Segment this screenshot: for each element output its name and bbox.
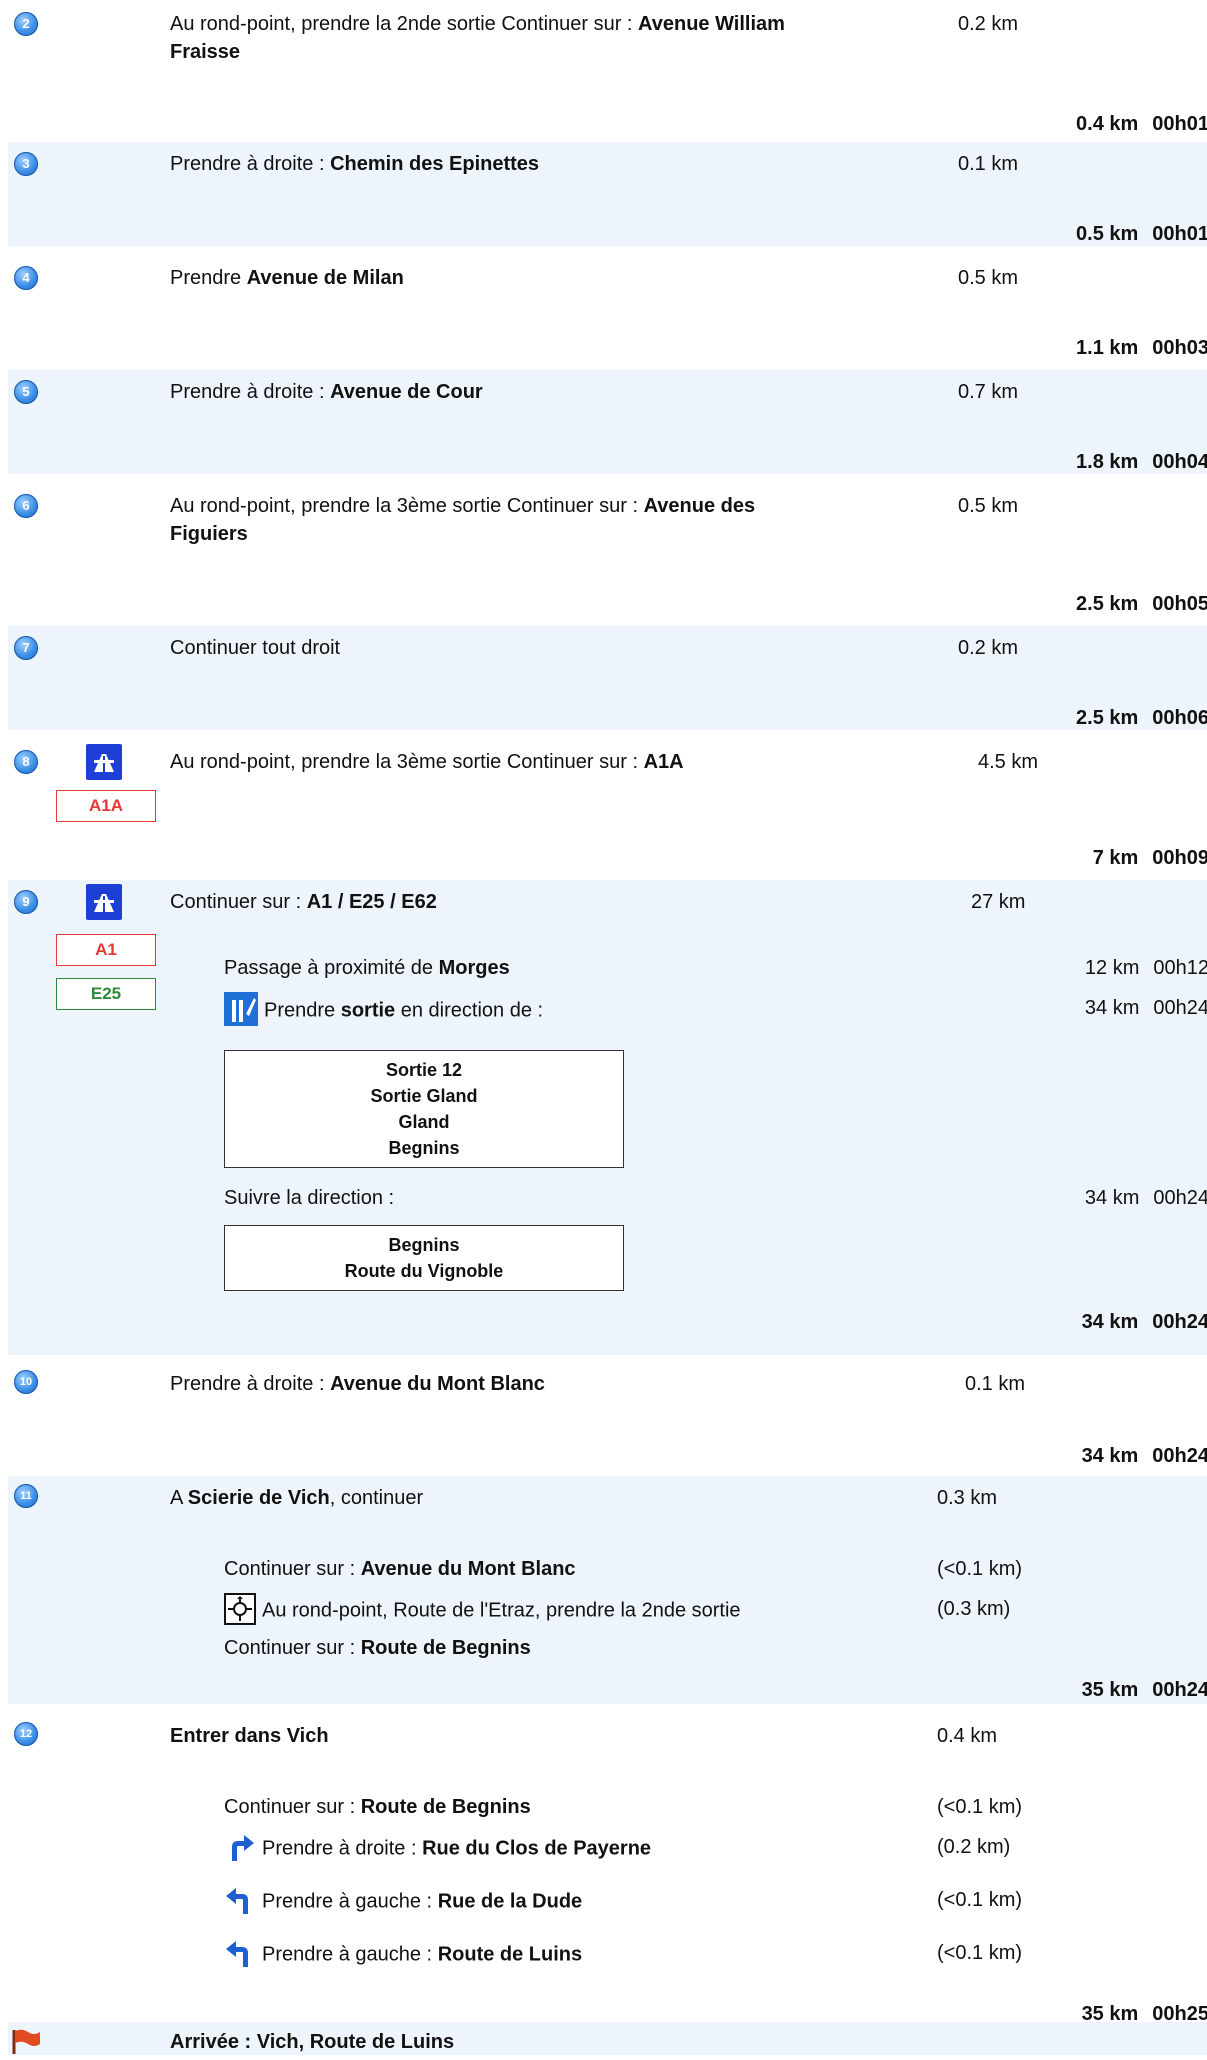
- step-distance: 0.1 km: [958, 153, 1019, 175]
- pass-near: Passage à proximité de Morges: [224, 957, 510, 979]
- step-number-badge: 8: [14, 750, 38, 774]
- road-shield-a1: A1: [56, 934, 156, 966]
- step-distance: 0.1 km: [965, 1373, 1026, 1395]
- step-number-badge: 12: [14, 1722, 38, 1746]
- roundabout-distance: (0.3 km): [937, 1598, 1011, 1620]
- step-instruction: Au rond-point, prendre la 3ème sortie Co…: [170, 495, 756, 545]
- road-shield-a1a: A1A: [56, 790, 156, 822]
- cumulative-total: 2.5 km 00h05: [1076, 593, 1207, 615]
- step-8: 8 Au rond-point, prendre la 3ème sortie …: [8, 740, 1207, 870]
- turn-left-distance: (<0.1 km): [937, 1889, 1023, 1911]
- continue-on: Continuer sur : Avenue du Mont Blanc: [224, 1558, 576, 1580]
- continue-on-distance: (<0.1 km): [937, 1796, 1023, 1818]
- step-distance: 0.2 km: [958, 637, 1019, 659]
- step-number-badge: 2: [14, 12, 38, 36]
- arrival-row: Arrivée : Vich, Route de Luins: [8, 2022, 1207, 2055]
- continue-on-2: Continuer sur : Route de Begnins: [224, 1637, 531, 1659]
- arrival-flag-icon: [12, 2028, 42, 2054]
- step-number-badge: 6: [14, 494, 38, 518]
- arrival-text: Arrivée : Vich, Route de Luins: [170, 2031, 455, 2053]
- turn-left-distance: (<0.1 km): [937, 1942, 1023, 1964]
- step-distance: 0.2 km: [958, 13, 1019, 35]
- step-12: 12 Entrer dans Vich 0.4 km Continuer sur…: [8, 1714, 1207, 2025]
- turn-right-distance: (0.2 km): [937, 1836, 1011, 1858]
- follow-direction: Suivre la direction :: [224, 1187, 395, 1209]
- step-11: 11 A Scierie de Vich, continuer 0.3 km C…: [8, 1476, 1207, 1704]
- follow-direction-sign: Begnins Route du Vignoble: [224, 1225, 624, 1291]
- step-number-badge: 11: [14, 1484, 38, 1508]
- cumulative-total: 2.5 km 00h06: [1076, 707, 1207, 729]
- step-instruction: Prendre à droite : Avenue de Cour: [170, 381, 483, 403]
- step-instruction: Continuer tout droit: [170, 637, 341, 659]
- step-number-badge: 7: [14, 636, 38, 660]
- step-distance: 0.5 km: [958, 495, 1019, 517]
- step-distance: 0.7 km: [958, 381, 1019, 403]
- step-number-badge: 9: [14, 890, 38, 914]
- step-distance: 0.3 km: [937, 1487, 998, 1509]
- step-distance: 0.5 km: [958, 267, 1019, 289]
- exit-direction-sign: Sortie 12 Sortie Gland Gland Begnins: [224, 1050, 624, 1168]
- turn-right-icon: [224, 1831, 256, 1863]
- step-number-badge: 10: [14, 1370, 38, 1394]
- roundabout-instruction: Au rond-point, Route de l'Etraz, prendre…: [224, 1593, 741, 1627]
- step-instruction: Prendre à droite : Chemin des Epinettes: [170, 153, 540, 175]
- step-3: 3 Prendre à droite : Chemin des Epinette…: [8, 142, 1207, 246]
- exit-icon: [224, 992, 258, 1026]
- step-4: 4 Prendre Avenue de Milan 0.5 km 1.1 km 0…: [8, 256, 1207, 360]
- step-number-badge: 3: [14, 152, 38, 176]
- road-shield-e25: E25: [56, 978, 156, 1010]
- step-7: 7 Continuer tout droit 0.2 km 2.5 km 00h0…: [8, 626, 1207, 730]
- turn-left: Prendre à gauche : Rue de la Dude: [224, 1886, 582, 1918]
- step-instruction: Au rond-point, prendre la 2nde sortie Co…: [170, 13, 785, 63]
- step-instruction: Prendre Avenue de Milan: [170, 267, 404, 289]
- step-6: 6 Au rond-point, prendre la 3ème sortie …: [8, 484, 1207, 616]
- step-instruction: Prendre à droite : Avenue du Mont Blanc: [170, 1373, 545, 1395]
- cumulative-total: 7 km 00h09: [1092, 847, 1207, 869]
- step-9: 9 Continuer sur : A1 / E25 / E62 27 km A…: [8, 880, 1207, 1355]
- roundabout-icon: [224, 1593, 256, 1625]
- step-number-badge: 5: [14, 380, 38, 404]
- step-instruction: Entrer dans Vich: [170, 1725, 329, 1747]
- turn-left-icon: [224, 1937, 256, 1969]
- step-instruction: A Scierie de Vich, continuer: [170, 1487, 424, 1509]
- step-instruction: Au rond-point, prendre la 3ème sortie Co…: [170, 751, 684, 773]
- step-instruction: Continuer sur : A1 / E25 / E62: [170, 891, 437, 913]
- take-exit-distance: 34 km 00h24: [1084, 997, 1207, 1019]
- step-distance: 0.4 km: [937, 1725, 998, 1747]
- continue-on: Continuer sur : Route de Begnins: [224, 1796, 531, 1818]
- step-2: 2 Au rond-point, prendre la 2nde sortie …: [8, 0, 1207, 135]
- cumulative-total: 0.4 km 00h01: [1076, 113, 1207, 135]
- step-5: 5 Prendre à droite : Avenue de Cour 0.7 …: [8, 370, 1207, 474]
- take-exit: Prendre sortie en direction de :: [224, 992, 543, 1028]
- pass-near-distance: 12 km 00h12: [1084, 957, 1207, 979]
- cumulative-total: 1.8 km 00h04: [1076, 451, 1207, 473]
- cumulative-total: 1.1 km 00h03: [1076, 337, 1207, 359]
- cumulative-total: 34 km 00h24: [1081, 1311, 1207, 1333]
- turn-left: Prendre à gauche : Route de Luins: [224, 1939, 582, 1971]
- motorway-icon: [86, 744, 122, 780]
- continue-on-distance: (<0.1 km): [937, 1558, 1023, 1580]
- follow-direction-distance: 34 km 00h24: [1084, 1187, 1207, 1209]
- motorway-icon: [86, 884, 122, 920]
- cumulative-total: 35 km 00h24: [1081, 1679, 1207, 1701]
- step-distance: 4.5 km: [978, 751, 1039, 773]
- step-distance: 27 km: [971, 891, 1026, 913]
- step-number-badge: 4: [14, 266, 38, 290]
- cumulative-total: 34 km 00h24: [1081, 1445, 1207, 1467]
- turn-right: Prendre à droite : Rue du Clos de Payern…: [224, 1833, 651, 1865]
- step-10: 10 Prendre à droite : Avenue du Mont Bla…: [8, 1360, 1207, 1470]
- cumulative-total: 0.5 km 00h01: [1076, 223, 1207, 245]
- turn-left-icon: [224, 1884, 256, 1916]
